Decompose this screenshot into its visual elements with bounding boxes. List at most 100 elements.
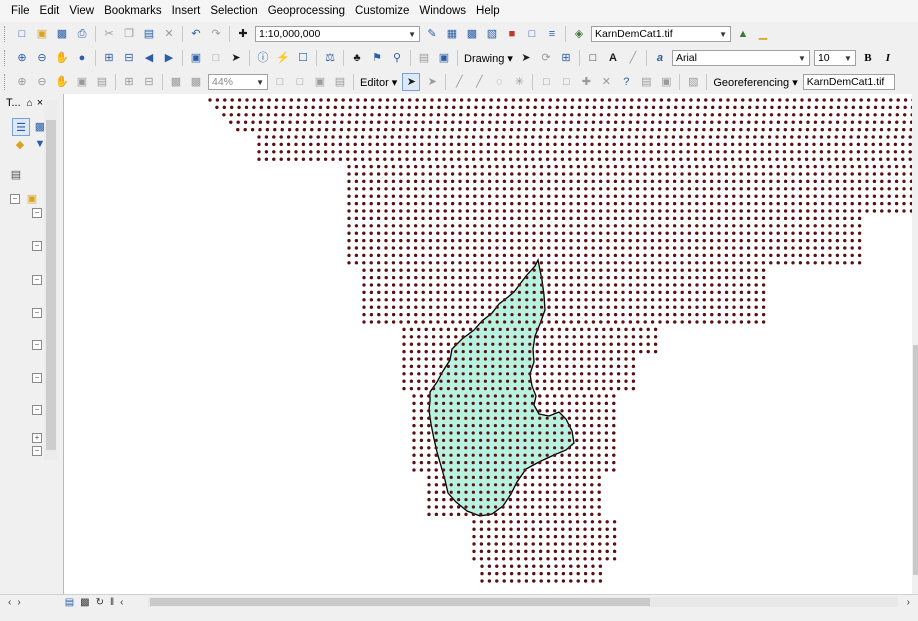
layout-zoom-in-icon[interactable]: ⊕ [14,74,30,90]
collapse-icon[interactable]: − [10,194,20,204]
catalog-icon[interactable]: ▩ [464,26,480,42]
collapse-icon[interactable]: − [32,405,42,415]
trace-icon[interactable]: ╱ [471,74,487,90]
rotate-icon[interactable]: ⟳ [538,50,554,66]
editor-toolbar-icon[interactable]: ✎ [424,26,440,42]
model-builder-icon[interactable]: ≡ [544,26,560,42]
time-slider-icon[interactable]: ▤ [416,50,432,66]
hyperlink-icon[interactable]: ⚡ [275,50,291,66]
zoom-whole-page-icon[interactable]: ▣ [74,74,90,90]
editor-menu[interactable]: Editor ▾ [357,76,400,89]
expand-icon[interactable]: + [32,433,42,443]
python-window-icon[interactable]: □ [524,26,540,42]
chevron-down-icon[interactable]: ▼ [405,30,416,39]
fixed-zoom-in-icon[interactable]: ⊞ [101,50,117,66]
data-driven-pages-icon[interactable]: ▤ [332,74,348,90]
collapse-icon[interactable]: − [32,241,42,251]
zoom-in-icon[interactable]: ⊕ [14,50,30,66]
next-extent-layout-icon[interactable]: ▩ [188,74,204,90]
collapse-icon[interactable]: − [32,373,42,383]
split-icon[interactable]: ✚ [578,74,594,90]
menu-bookmarks[interactable]: Bookmarks [99,5,167,17]
layout-pan-icon[interactable]: ✋ [54,74,70,90]
collapse-icon[interactable]: − [32,275,42,285]
attributes-icon[interactable]: ▤ [638,74,654,90]
delete-icon[interactable]: ✕ [161,26,177,42]
sketch-properties-icon[interactable]: ▣ [658,74,674,90]
collapse-icon[interactable]: − [32,308,42,318]
change-layout-icon[interactable]: ▣ [312,74,328,90]
edit-vertices-icon[interactable]: ✳ [511,74,527,90]
select-features-icon[interactable]: ▣ [188,50,204,66]
georeferencing-menu[interactable]: Georeferencing ▾ [710,76,800,89]
bold-button[interactable]: B [860,50,876,66]
identify-icon[interactable]: ⓘ [255,50,271,66]
menu-insert[interactable]: Insert [167,5,206,17]
map-scale-field[interactable]: 1:10,000,000 ▼ [255,26,420,42]
font-family-select[interactable]: Arial ▼ [671,50,810,66]
menu-geoprocessing[interactable]: Geoprocessing [263,5,350,17]
collapse-icon[interactable]: − [32,340,42,350]
chevron-down-icon[interactable]: ▼ [795,54,806,63]
print-icon[interactable]: ⎙ [74,26,90,42]
list-by-drawing-order-icon[interactable]: ☰ [12,118,30,136]
rotate-feature-icon[interactable]: ✕ [598,74,614,90]
chevron-down-icon[interactable]: ▼ [253,78,264,87]
focus-data-frame-icon[interactable]: □ [292,74,308,90]
close-icon[interactable]: × [37,97,43,109]
copy-icon[interactable]: ❐ [121,26,137,42]
cut-icon[interactable]: ✂ [101,26,117,42]
fixed-zoom-out-icon[interactable]: ⊟ [121,50,137,66]
font-size-select[interactable]: 10 ▼ [813,50,856,66]
collapse-icon[interactable]: − [32,446,42,456]
html-popup-icon[interactable]: ☐ [295,50,311,66]
point-icon[interactable]: ◌ [491,74,507,90]
menu-customize[interactable]: Customize [350,5,414,17]
back-extent-icon[interactable]: ◀ [141,50,157,66]
chevron-down-icon[interactable]: ▼ [841,54,852,63]
zoom-100-icon[interactable]: ▤ [94,74,110,90]
go-to-xy-icon[interactable]: ⚲ [389,50,405,66]
new-document-icon[interactable]: □ [14,26,30,42]
histogram-icon[interactable]: ▁ [755,26,771,42]
pin-icon[interactable]: ⌂ [27,98,33,109]
select-pointer-icon[interactable]: ➤ [518,50,534,66]
forward-extent-icon[interactable]: ▶ [161,50,177,66]
toc-scrollbar-thumb[interactable] [46,120,56,450]
menu-selection[interactable]: Selection [205,5,262,17]
spatial-analyst-icon[interactable]: ▲ [735,26,751,42]
save-icon[interactable]: ▩ [54,26,70,42]
search-window-icon[interactable]: ▧ [484,26,500,42]
georef-layer-field[interactable]: KarnDemCat1.tif [802,74,895,90]
fixed-zoom-out-layout-icon[interactable]: ⊟ [141,74,157,90]
active-layer-field[interactable]: KarnDemCat1.tif ▼ [591,26,731,42]
text-icon[interactable]: A [605,50,621,66]
previous-extent-layout-icon[interactable]: ▩ [168,74,184,90]
map-canvas[interactable] [64,94,918,594]
zoom-to-selected-icon[interactable]: ⊞ [558,50,574,66]
full-extent-icon[interactable]: ● [74,50,90,66]
menu-help[interactable]: Help [471,5,505,17]
pan-icon[interactable]: ✋ [54,50,70,66]
menu-windows[interactable]: Windows [414,5,471,17]
edit-annotation-icon[interactable]: ➤ [424,74,440,90]
menu-edit[interactable]: Edit [35,5,65,17]
drawing-menu[interactable]: Drawing ▾ [461,52,516,65]
layout-zoom-field[interactable]: 44% ▼ [208,74,268,90]
map-display[interactable] [64,94,918,594]
help-icon[interactable]: ? [618,74,634,90]
menu-view[interactable]: View [64,5,99,17]
draw-line-icon[interactable]: ╱ [625,50,641,66]
list-by-visibility-icon[interactable]: ◆ [12,136,28,152]
chevron-down-icon[interactable]: ▼ [716,30,727,39]
reshape-icon[interactable]: □ [538,74,554,90]
find-route-icon[interactable]: ⚑ [369,50,385,66]
create-viewer-icon[interactable]: ▣ [436,50,452,66]
layout-zoom-out-icon[interactable]: ⊖ [34,74,50,90]
italic-button[interactable]: I [880,50,896,66]
clear-selection-icon[interactable]: □ [208,50,224,66]
arctoolbox-icon[interactable]: ■ [504,26,520,42]
table-of-contents-icon[interactable]: ▦ [444,26,460,42]
paste-icon[interactable]: ▤ [141,26,157,42]
rectangle-icon[interactable]: □ [585,50,601,66]
